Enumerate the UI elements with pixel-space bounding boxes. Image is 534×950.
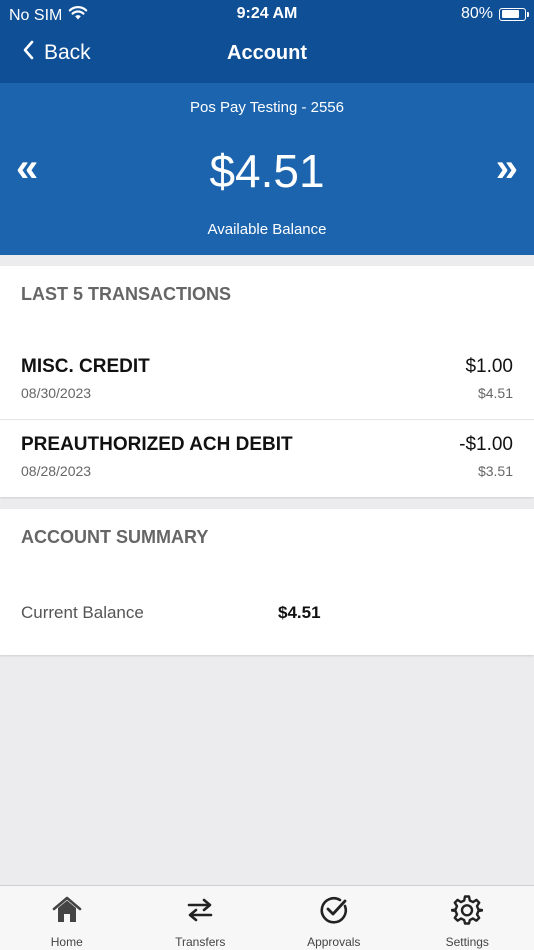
transaction-row[interactable]: MISC. CREDIT 08/30/2023 $1.00 $4.51 xyxy=(0,342,534,420)
transfer-arrows-icon xyxy=(184,894,216,931)
transactions-title: LAST 5 TRANSACTIONS xyxy=(21,284,232,304)
transaction-description: PREAUTHORIZED ACH DEBIT xyxy=(21,434,293,455)
available-balance-label: Available Balance xyxy=(207,221,327,238)
nav-bar: Back Account xyxy=(0,34,534,74)
tab-approvals[interactable]: Approvals xyxy=(267,886,401,950)
current-balance-label: Current Balance xyxy=(21,603,144,622)
tab-settings[interactable]: Settings xyxy=(401,886,534,950)
available-balance-amount: $4.51 xyxy=(209,145,325,197)
transaction-description: MISC. CREDIT xyxy=(21,356,150,377)
status-bar: No SIM 9:24 AM 80% xyxy=(0,0,534,28)
transaction-date: 08/30/2023 xyxy=(21,385,92,401)
check-circle-icon xyxy=(318,894,350,931)
tab-label: Home xyxy=(50,935,83,949)
account-summary-title: ACCOUNT SUMMARY xyxy=(21,527,209,547)
tab-label: Transfers xyxy=(175,935,226,949)
current-balance-value: $4.51 xyxy=(278,603,321,622)
status-right: 80% xyxy=(460,5,529,23)
transaction-row[interactable]: PREAUTHORIZED ACH DEBIT 08/28/2023 -$1.0… xyxy=(0,420,534,498)
next-account-button[interactable]: » xyxy=(496,145,518,191)
tab-transfers[interactable]: Transfers xyxy=(134,886,268,950)
page-title: Account xyxy=(227,42,307,64)
transaction-amount: $1.00 xyxy=(465,356,513,377)
status-time: 9:24 AM xyxy=(236,5,298,22)
transaction-date: 08/28/2023 xyxy=(21,463,92,479)
transaction-amount: -$1.00 xyxy=(459,434,513,455)
gear-icon xyxy=(451,894,484,931)
tab-label: Approvals xyxy=(307,935,361,949)
home-icon xyxy=(51,894,83,931)
transaction-running-balance: $4.51 xyxy=(477,385,513,401)
account-name: Pos Pay Testing - 2556 xyxy=(190,99,344,116)
tab-label: Settings xyxy=(445,935,489,949)
transaction-running-balance: $3.51 xyxy=(477,463,513,479)
battery-percent: 80% xyxy=(460,5,493,22)
tab-bar: Home Transfers Approvals Settings xyxy=(0,885,534,950)
account-summary-card: ACCOUNT SUMMARY Current Balance $4.51 xyxy=(0,509,534,655)
battery-icon xyxy=(499,7,529,21)
top-header: No SIM 9:24 AM 80% Back Account xyxy=(0,0,534,83)
balance-panel: Pos Pay Testing - 2556 « $4.51 » Availab… xyxy=(0,83,534,255)
transactions-card: LAST 5 TRANSACTIONS MISC. CREDIT 08/30/2… xyxy=(0,266,534,497)
tab-home[interactable]: Home xyxy=(0,886,134,950)
